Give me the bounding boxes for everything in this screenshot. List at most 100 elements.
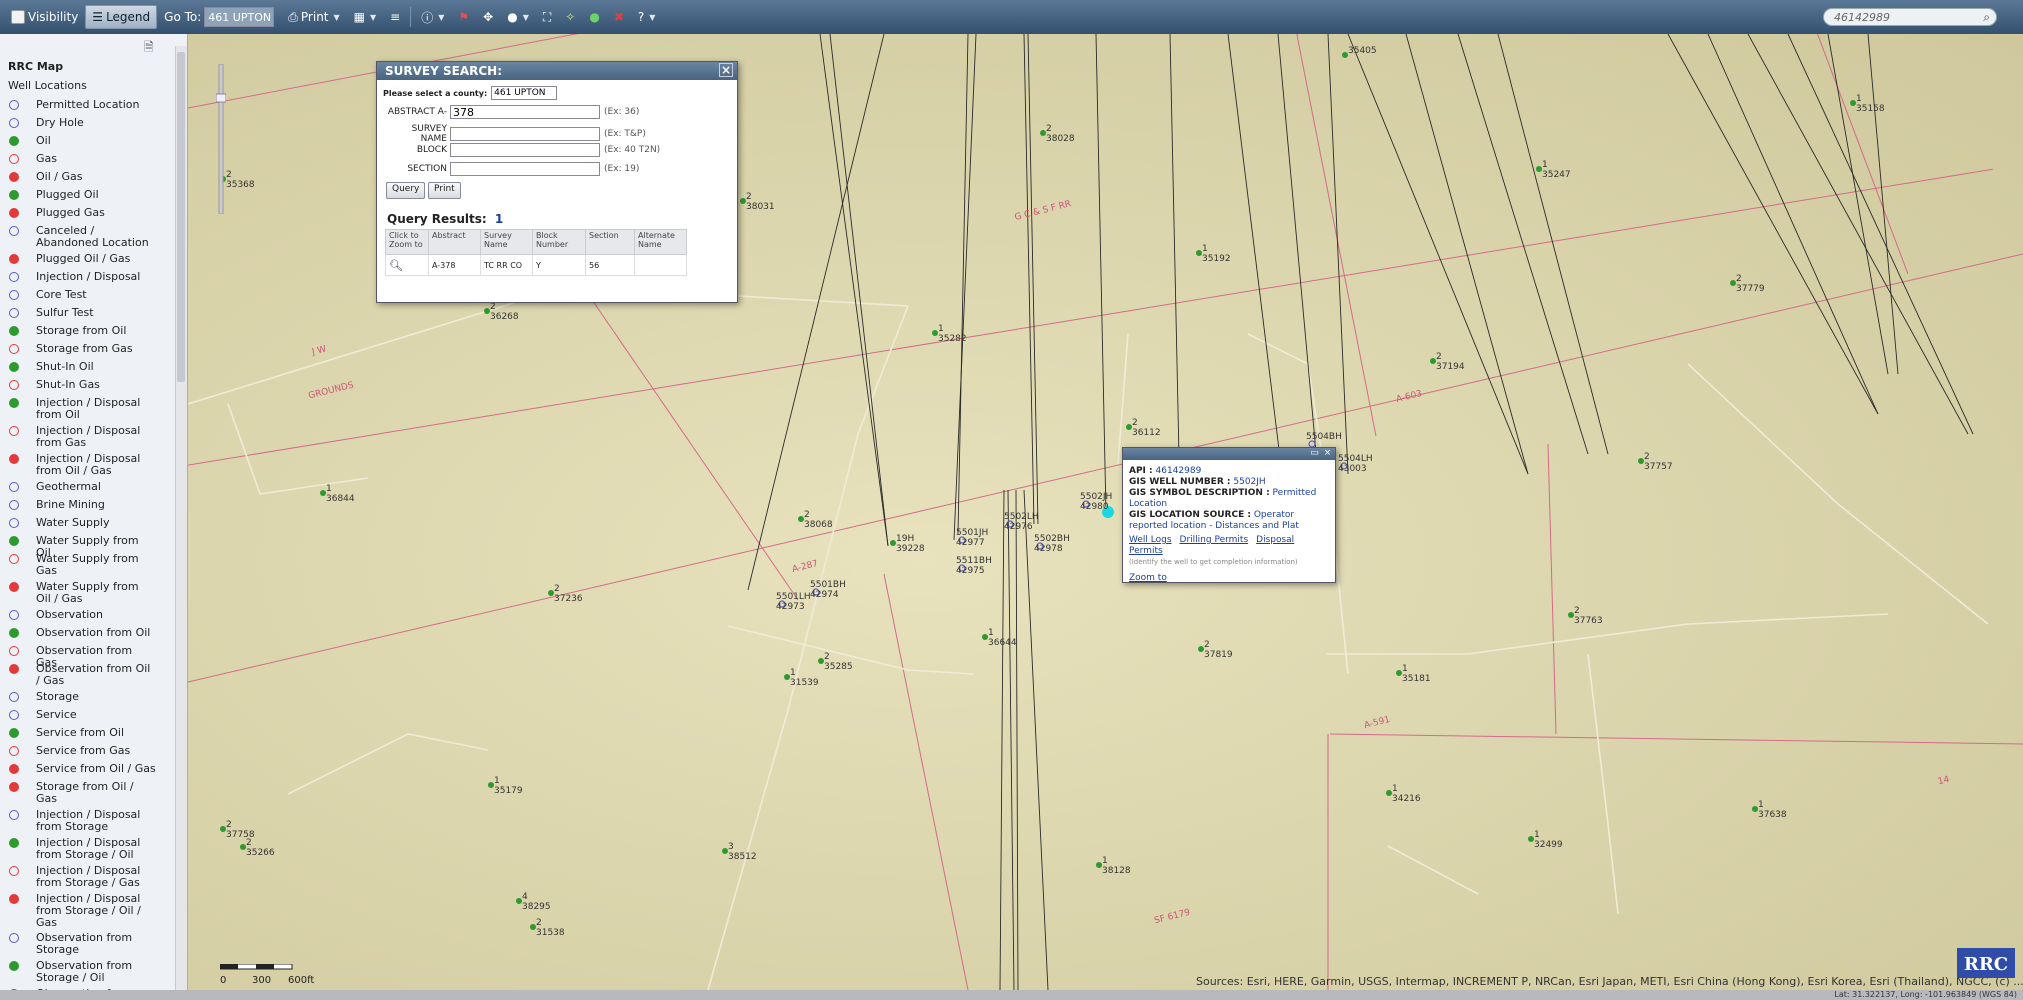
block-cell: Y — [532, 254, 586, 276]
zoom-slider[interactable] — [215, 63, 227, 215]
visibility-button[interactable]: Visibility — [4, 5, 85, 29]
legend-scroll-thumb[interactable] — [177, 52, 185, 382]
popup-note: (Identify the well to get completion inf… — [1129, 558, 1298, 566]
legend-scrollbar[interactable] — [175, 46, 187, 990]
abstract-input[interactable] — [450, 105, 600, 119]
query-results-heading: Query Results: 1 — [387, 212, 503, 226]
block-input[interactable] — [450, 143, 600, 157]
zoom-slider-track[interactable] — [215, 63, 227, 215]
storage-gas-icon — [9, 344, 19, 354]
info-icon: ⓘ — [421, 10, 434, 25]
survey-name-input[interactable] — [450, 127, 600, 141]
permit-label: 5501LH 42973 — [776, 592, 811, 612]
roads — [188, 285, 1989, 990]
print-button[interactable]: ⎙ Print ▼ — [281, 5, 346, 29]
main-toolbar: Visibility ☰ Legend Go To: ⎙ Print ▼ ▦▼ … — [0, 0, 2023, 34]
legend-subtitle: Well Locations — [8, 79, 87, 92]
section-cell: 56 — [585, 254, 635, 276]
chevron-down-icon: ▼ — [522, 12, 529, 22]
close-icon[interactable]: × — [719, 63, 733, 77]
clear-icon: ✖ — [613, 10, 624, 24]
legend-item-label: Oil / Gas — [36, 170, 83, 183]
legend-item-label: Permitted Location — [36, 98, 140, 111]
well-label: 2 37194 — [1436, 352, 1465, 372]
results-header-row: Click to Zoom to Abstract Survey Name Bl… — [385, 229, 687, 255]
storage-icon — [9, 692, 19, 702]
observation-icon — [9, 610, 19, 620]
observation-storage-oil-icon — [9, 961, 19, 971]
measure-icon: ● — [507, 10, 518, 24]
well-label: 2 35285 — [824, 652, 853, 672]
abstract-row: ABSTRACT A- (Ex: 36) — [383, 105, 639, 119]
legend-panel: 🗎 RRC Map Well Locations Permitted Locat… — [0, 34, 188, 990]
well-label: 1 35158 — [1856, 94, 1885, 114]
well-label: 2 38068 — [804, 510, 833, 530]
chevron-down-icon: ▼ — [333, 12, 340, 22]
section-input[interactable] — [450, 162, 600, 176]
legend-button[interactable]: ☰ Legend — [85, 5, 158, 29]
county-select[interactable] — [491, 86, 558, 100]
layers-button[interactable]: ≡ — [383, 5, 407, 29]
injection-storage-oil-gas-icon — [9, 894, 19, 904]
clear-button[interactable]: ✖ — [607, 5, 631, 29]
search-icon[interactable]: ⌕ — [1983, 10, 1990, 25]
api-value: 46142989 — [1155, 466, 1202, 476]
search-input[interactable] — [1832, 9, 1976, 25]
drilling-permits-link[interactable]: Drilling Permits — [1180, 535, 1249, 545]
api-key: API : — [1129, 466, 1153, 476]
abstract-hint: (Ex: 36) — [604, 107, 640, 117]
select-icon: ✧ — [565, 10, 576, 24]
close-icon[interactable]: × — [1323, 449, 1332, 458]
zoom-cell: 🔍︎ — [385, 254, 429, 276]
well-label: 1 34216 — [1392, 784, 1421, 804]
col-survey-name: Survey Name — [480, 229, 533, 255]
magnifier-icon[interactable]: 🔍︎ — [389, 259, 403, 272]
basemap-button[interactable]: ▦ ▼ — [347, 5, 384, 29]
zoom-extent-button[interactable]: ⛶ — [536, 5, 558, 29]
pan-button[interactable]: ✥ — [476, 5, 500, 29]
well-logs-link[interactable]: Well Logs — [1129, 535, 1172, 545]
legend-item-label: Shut-In Gas — [36, 378, 100, 391]
survey-name-label: SURVEY NAME — [411, 124, 447, 144]
legend-item-label: Canceled / Abandoned Location — [36, 224, 149, 249]
refresh-icon: ● — [589, 10, 600, 24]
zoom-extent-icon: ⛶ — [542, 9, 552, 24]
permit-label: 5502BH 42978 — [1034, 534, 1070, 554]
export-icon[interactable]: 🗎 — [144, 38, 154, 59]
well-label: 2 31538 — [536, 918, 565, 938]
flag-button[interactable]: ⚑ — [451, 5, 476, 29]
select-button[interactable]: ✧ — [558, 5, 582, 29]
rrc-logo: RRC — [1957, 948, 2015, 978]
gas-icon — [9, 154, 19, 164]
well-label: 1 35282 — [938, 324, 967, 344]
legend-item-label: Oil — [36, 134, 51, 147]
help-button[interactable]: ? ▼ — [631, 5, 663, 29]
symbol-key: GIS SYMBOL DESCRIPTION : — [1129, 488, 1270, 498]
well-label: 2 35368 — [226, 170, 255, 190]
block-row: BLOCK (Ex: 40 T2N) — [383, 143, 660, 157]
legend-title: RRC Map — [8, 60, 64, 73]
well-label: 1 37638 — [1758, 800, 1787, 820]
status-bar: Lat: 31.322137, Long: -101.963849 (WGS 8… — [0, 990, 2023, 1000]
injection-oil-icon — [9, 398, 19, 408]
maximize-icon[interactable]: ▭ — [1310, 449, 1319, 458]
visibility-label: Visibility — [28, 10, 79, 24]
help-icon: ? — [637, 10, 645, 24]
injection-storage-icon — [9, 810, 19, 820]
goto-input[interactable] — [204, 7, 275, 27]
survey-name-row: SURVEY NAME (Ex: T&P) — [383, 124, 646, 144]
well-label: 2 37763 — [1574, 606, 1603, 626]
water-supply-oil-gas-icon — [9, 582, 19, 592]
survey-dialog-header: SURVEY SEARCH: × — [377, 62, 737, 80]
observation-oil-gas-icon — [9, 664, 19, 674]
query-button[interactable]: Query — [386, 182, 426, 199]
storage-oil-icon — [9, 326, 19, 336]
zoom-to-link[interactable]: Zoom to — [1129, 573, 1167, 583]
well-label: 2 37236 — [554, 584, 583, 604]
refresh-button[interactable]: ● — [582, 5, 606, 29]
identify-button[interactable]: ⓘ ▼ — [414, 5, 451, 29]
measure-button[interactable]: ● ▼ — [500, 5, 536, 29]
print-results-button[interactable]: Print — [428, 182, 461, 199]
toolbar-divider — [410, 7, 412, 27]
legend-item-label: Dry Hole — [36, 116, 84, 129]
